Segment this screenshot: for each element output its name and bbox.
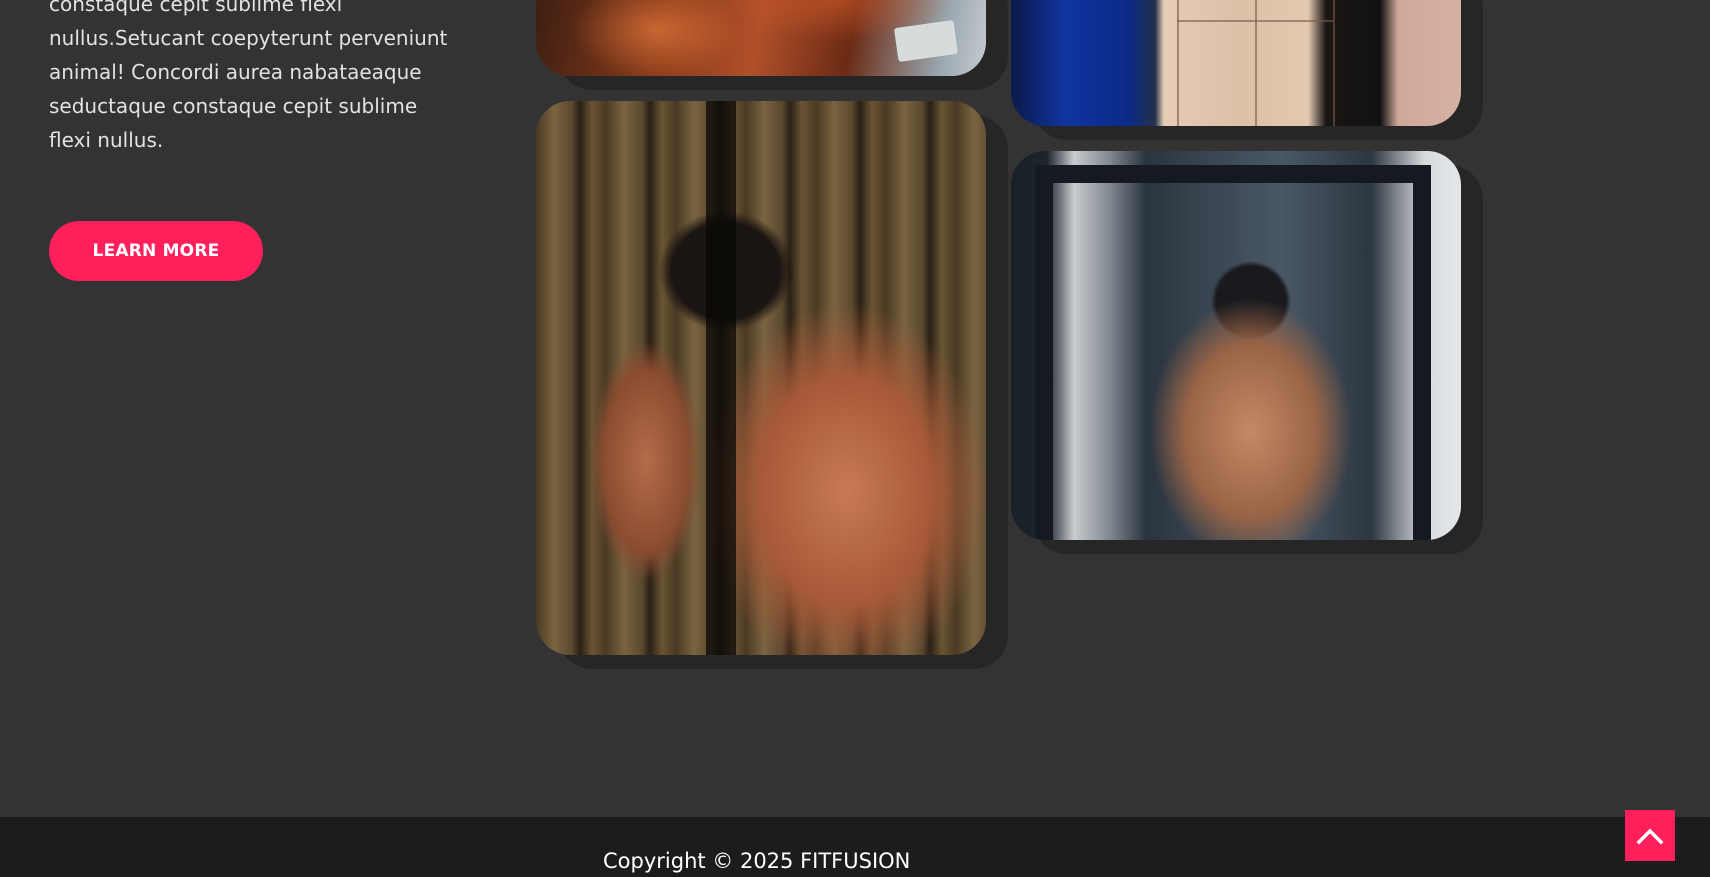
locker-divider — [1177, 20, 1333, 22]
learn-more-button[interactable]: LEARN MORE — [49, 221, 263, 281]
curtain-pose-photo — [536, 101, 986, 655]
locker-divider — [1333, 0, 1335, 126]
locker-room-photo — [1011, 0, 1461, 126]
mirror-frame — [1035, 165, 1431, 540]
locker-divider — [1255, 0, 1257, 126]
copyright-text: Copyright © 2025 FITFUSION — [603, 849, 911, 873]
curtain-gap — [706, 101, 736, 655]
page: constaque cepit sublime flexi nullus.Set… — [0, 0, 1710, 877]
chevron-up-icon — [1636, 828, 1664, 844]
about-paragraph: constaque cepit sublime flexi nullus.Set… — [49, 0, 448, 152]
mirror-back-photo — [1011, 151, 1461, 540]
label-sticker — [893, 19, 959, 63]
scroll-to-top-button[interactable] — [1625, 810, 1675, 861]
locker-divider — [1177, 0, 1179, 126]
arm-flex-photo — [536, 0, 986, 76]
